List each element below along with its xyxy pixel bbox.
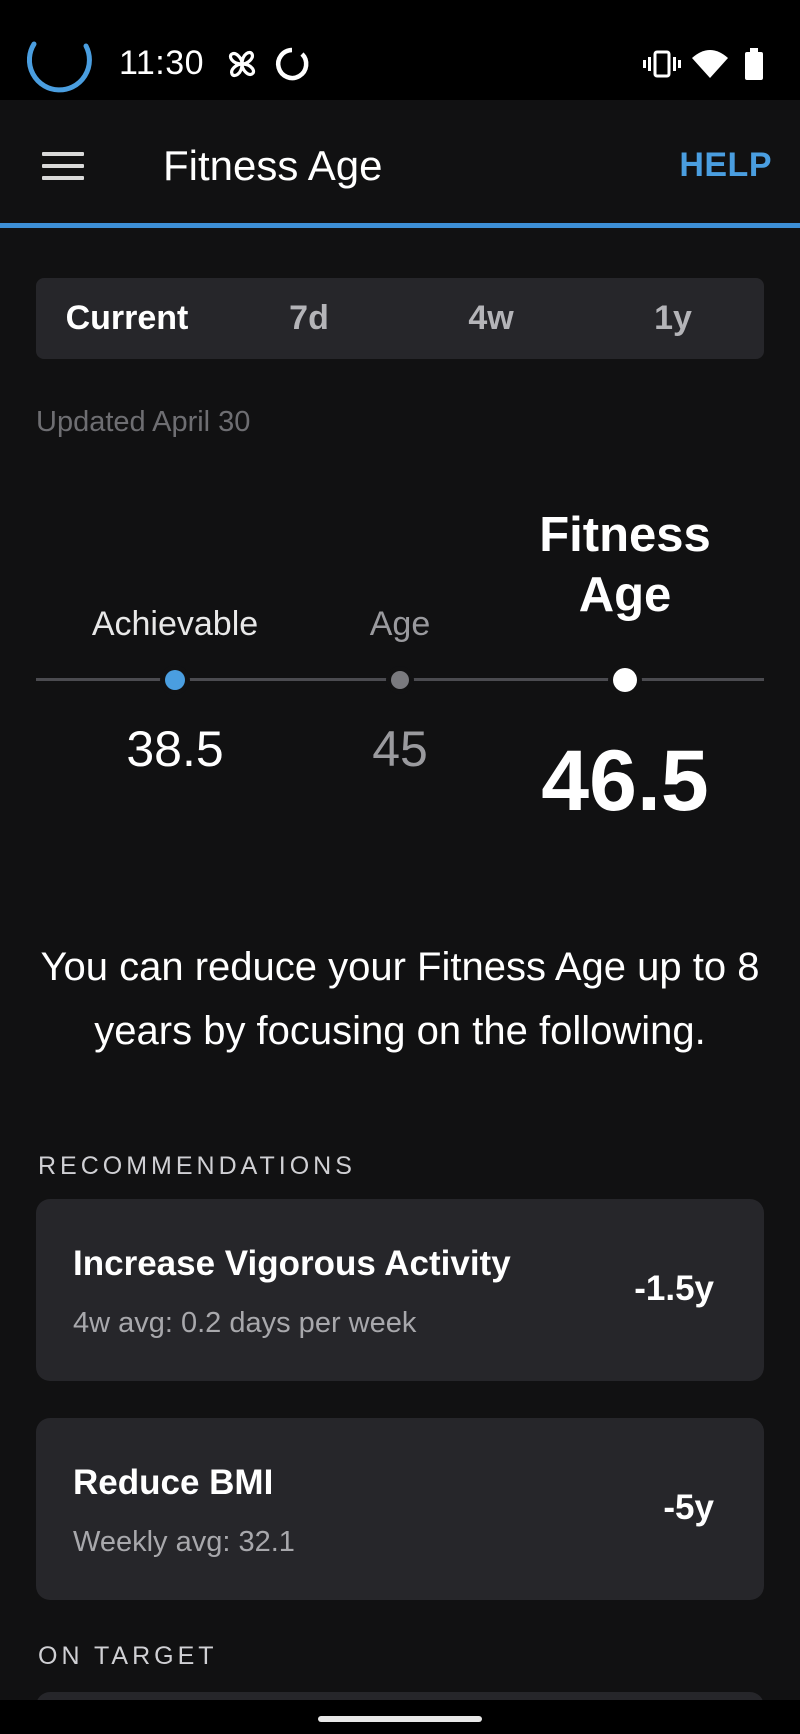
recommendation-subtitle: Weekly avg: 32.1 xyxy=(73,1526,295,1558)
vibrate-icon xyxy=(643,50,681,78)
status-bar: 11:30 xyxy=(0,0,800,100)
loading-spinner-icon xyxy=(26,41,92,93)
fitness-age-marker xyxy=(613,668,637,692)
fitness-age-value: 46.5 xyxy=(541,733,709,829)
recommendation-delta: -5y xyxy=(663,1488,714,1527)
recommendation-subtitle: 4w avg: 0.2 days per week xyxy=(73,1307,417,1339)
tab-4w[interactable]: 4w xyxy=(400,278,582,359)
recommendation-delta: -1.5y xyxy=(634,1269,714,1308)
age-label: Age xyxy=(369,605,431,643)
help-button[interactable]: HELP xyxy=(679,146,772,185)
fitness-age-label: Fitness Age xyxy=(539,508,711,622)
tab-1y[interactable]: 1y xyxy=(582,278,764,359)
on-target-header: ON TARGET xyxy=(38,1642,218,1670)
home-gesture-handle[interactable] xyxy=(318,1716,482,1722)
tab-current[interactable]: Current xyxy=(36,278,218,359)
battery-icon xyxy=(745,48,763,80)
tab-7d[interactable]: 7d xyxy=(218,278,400,359)
pinwheel-icon xyxy=(228,50,256,78)
status-time: 11:30 xyxy=(119,44,205,82)
recommendation-title: Increase Vigorous Activity xyxy=(73,1244,511,1283)
page-title: Fitness Age xyxy=(163,142,383,189)
circle-notification-icon xyxy=(275,47,309,81)
recommendation-title: Reduce BMI xyxy=(73,1463,274,1502)
time-range-tabs: Current 7d 4w 1y xyxy=(36,278,764,359)
age-value: 45 xyxy=(372,721,428,777)
recommendation-card-vigorous-activity[interactable]: Increase Vigorous Activity 4w avg: 0.2 d… xyxy=(36,1199,764,1381)
app-bar: Fitness Age HELP xyxy=(0,100,800,228)
recommendation-card-bmi[interactable]: Reduce BMI Weekly avg: 32.1 -5y xyxy=(36,1418,764,1600)
wifi-icon xyxy=(692,50,728,78)
achievable-marker xyxy=(165,670,185,690)
recommendations-header: RECOMMENDATIONS xyxy=(38,1152,356,1180)
updated-date: Updated April 30 xyxy=(36,406,251,438)
menu-icon[interactable] xyxy=(36,144,92,188)
age-marker xyxy=(391,671,409,689)
achievable-value: 38.5 xyxy=(126,721,224,777)
reduction-message: You can reduce your Fitness Age up to 8 … xyxy=(40,945,760,1053)
achievable-label: Achievable xyxy=(91,605,259,643)
app-bar-accent-line xyxy=(0,223,800,228)
